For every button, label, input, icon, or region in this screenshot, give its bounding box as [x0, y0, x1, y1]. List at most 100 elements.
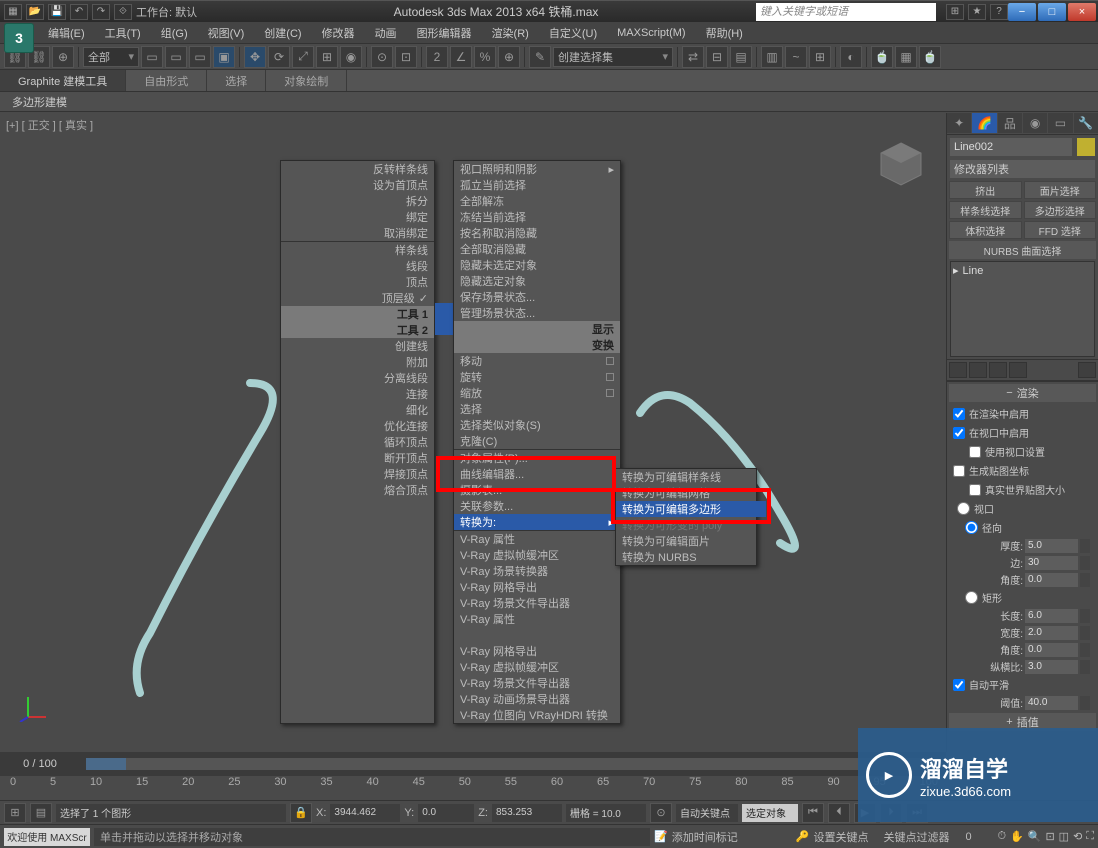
ctx-top-level[interactable]: 顶层级✓	[281, 290, 434, 306]
display-tab-icon[interactable]: ▭	[1048, 113, 1072, 133]
ribbon-panel-polymodeling[interactable]: 多边形建模	[0, 92, 1098, 112]
unique-icon[interactable]	[989, 362, 1007, 378]
object-color-swatch[interactable]	[1077, 138, 1095, 156]
convert-mesh[interactable]: 转换为可编辑网格	[616, 485, 766, 501]
menu-grapheditor[interactable]: 图形编辑器	[409, 25, 480, 41]
ribbon-tab-freeform[interactable]: 自由形式	[126, 70, 207, 91]
time-track[interactable]	[86, 758, 940, 770]
curve-editor-icon[interactable]: ~	[785, 46, 807, 68]
chk-auto-smooth[interactable]	[953, 679, 965, 691]
redo-icon[interactable]: ↷	[92, 4, 110, 20]
render-setup-icon[interactable]: 🍵	[871, 46, 893, 68]
menu-view[interactable]: 视图(V)	[200, 25, 253, 41]
spin-length[interactable]: 6.0	[1025, 609, 1078, 623]
convert-spline[interactable]: 转换为可编辑样条线	[616, 469, 766, 485]
named-selection-dropdown[interactable]: 创建选择集	[553, 47, 673, 67]
motion-tab-icon[interactable]: ◉	[1023, 113, 1047, 133]
ctx-object-properties[interactable]: 对象属性(P)...	[454, 450, 620, 466]
ctx-segment-subobj[interactable]: 线段	[281, 258, 434, 274]
mod-poly-button[interactable]: 多边形选择	[1024, 201, 1097, 219]
chk-enable-viewport[interactable]	[953, 427, 965, 439]
ctx-vray-mesh-export[interactable]: V-Ray 网格导出	[454, 579, 620, 595]
nav-orbit-icon[interactable]: ⟲	[1073, 830, 1082, 843]
script-icon[interactable]: 📝	[654, 830, 668, 843]
mod-patch-button[interactable]: 面片选择	[1024, 181, 1097, 199]
ctx-wire-params[interactable]: 关联参数...	[454, 498, 620, 514]
ctx-refine[interactable]: 细化	[281, 402, 434, 418]
key-selection-dropdown[interactable]: 选定对象	[742, 804, 798, 822]
ctx-refine-connect[interactable]: 优化连接	[281, 418, 434, 434]
undo-icon[interactable]: ↶	[70, 4, 88, 20]
ctx-viewport-lighting[interactable]: 视口照明和阴影	[454, 161, 620, 177]
menu-maxscript[interactable]: MAXScript(M)	[609, 27, 693, 39]
spin-sides[interactable]: 30	[1025, 556, 1078, 570]
ctx-first-vertex[interactable]: 设为首顶点	[281, 177, 434, 193]
coord-y-value[interactable]: 0.0	[418, 804, 474, 822]
ctx-vray-mesh-export2[interactable]: V-Ray 网格导出	[454, 643, 620, 659]
modifier-stack[interactable]: ▸Line	[950, 261, 1095, 357]
new-icon[interactable]: ▦	[4, 4, 22, 20]
ctx-create-line[interactable]: 创建线	[281, 338, 434, 354]
save-icon[interactable]: 💾	[48, 4, 66, 20]
modify-tab-icon[interactable]: 🌈	[972, 113, 996, 133]
move-icon[interactable]: ✥	[244, 46, 266, 68]
select-region-icon[interactable]: ▭	[189, 46, 211, 68]
keyfilter-button[interactable]: 关键点过滤器	[883, 829, 961, 845]
edit-named-icon[interactable]: ✎	[529, 46, 551, 68]
ctx-convert-to[interactable]: 转换为:	[454, 514, 620, 530]
remove-mod-icon[interactable]	[1009, 362, 1027, 378]
ribbon-tab-graphite[interactable]: Graphite 建模工具	[0, 70, 126, 91]
ctx-split[interactable]: 拆分	[281, 193, 434, 209]
ctx-select-similar[interactable]: 选择类似对象(S)	[454, 417, 620, 433]
ctx-connect[interactable]: 连接	[281, 386, 434, 402]
ctx-save-scene-state[interactable]: 保存场景状态...	[454, 289, 620, 305]
time-slider[interactable]: 0 / 100	[0, 752, 946, 776]
mod-spline-button[interactable]: 样条线选择	[949, 201, 1022, 219]
radio-rect[interactable]	[965, 591, 978, 604]
radio-radial[interactable]	[965, 521, 978, 534]
close-button[interactable]: ×	[1068, 3, 1096, 21]
spin-aspect[interactable]: 3.0	[1025, 660, 1078, 674]
help-search-input[interactable]: 键入关键字或短语	[756, 3, 936, 21]
transform-gizmo-icon[interactable]: ⊞	[4, 803, 26, 823]
menu-animation[interactable]: 动画	[367, 25, 405, 41]
app-logo[interactable]: 3	[4, 23, 34, 53]
mod-ffd-button[interactable]: FFD 选择	[1024, 221, 1097, 239]
show-end-icon[interactable]	[969, 362, 987, 378]
ctx-vray-scene-export[interactable]: V-Ray 场景文件导出器	[454, 595, 620, 611]
ctx-vray-props2[interactable]: V-Ray 属性	[454, 611, 620, 627]
ctx-isolate[interactable]: 孤立当前选择	[454, 177, 620, 193]
ctx-reverse-spline[interactable]: 反转样条线	[281, 161, 434, 177]
utilities-tab-icon[interactable]: 🔧	[1074, 113, 1098, 133]
spin-angle2[interactable]: 0.0	[1025, 643, 1078, 657]
chk-real-world[interactable]	[969, 484, 981, 496]
chk-gen-uv[interactable]	[953, 465, 965, 477]
ctx-rotate[interactable]: 旋转	[454, 369, 620, 385]
menu-edit[interactable]: 编辑(E)	[40, 25, 93, 41]
autokey-button[interactable]: 自动关键点	[676, 804, 738, 822]
ctx-vray-scene-export2[interactable]: V-Ray 场景文件导出器	[454, 675, 620, 691]
open-icon[interactable]: 📂	[26, 4, 44, 20]
resource-icon[interactable]: ⊞	[946, 4, 964, 20]
convert-patch[interactable]: 转换为可编辑面片	[616, 533, 766, 549]
ctx-clone[interactable]: 克隆(C)	[454, 433, 620, 449]
stack-item-line[interactable]: ▸Line	[953, 264, 1092, 277]
ctx-attach[interactable]: 附加	[281, 354, 434, 370]
setkey-icon[interactable]: 🔑	[796, 830, 810, 843]
config-mod-icon[interactable]	[1078, 362, 1096, 378]
spin-threshold[interactable]: 40.0	[1025, 696, 1078, 710]
radio-viewport[interactable]	[957, 502, 970, 515]
ctx-select[interactable]: 选择	[454, 401, 620, 417]
rollout-render-head[interactable]: −渲染	[949, 384, 1096, 402]
mod-volume-button[interactable]: 体积选择	[949, 221, 1022, 239]
align-icon[interactable]: ⊟	[706, 46, 728, 68]
ctx-vray-scene-convert[interactable]: V-Ray 场景转换器	[454, 563, 620, 579]
ctx-detach-seg[interactable]: 分离线段	[281, 370, 434, 386]
setkey-button[interactable]: 设置关键点	[813, 829, 879, 845]
pin-stack-icon[interactable]	[949, 362, 967, 378]
layer-icon[interactable]: ▤	[730, 46, 752, 68]
prev-frame-icon[interactable]: ⏴	[828, 803, 850, 823]
ctx-vray-scene-convert2[interactable]	[454, 627, 620, 643]
maximize-button[interactable]: □	[1038, 3, 1066, 21]
center-pivot-icon[interactable]: ◉	[340, 46, 362, 68]
